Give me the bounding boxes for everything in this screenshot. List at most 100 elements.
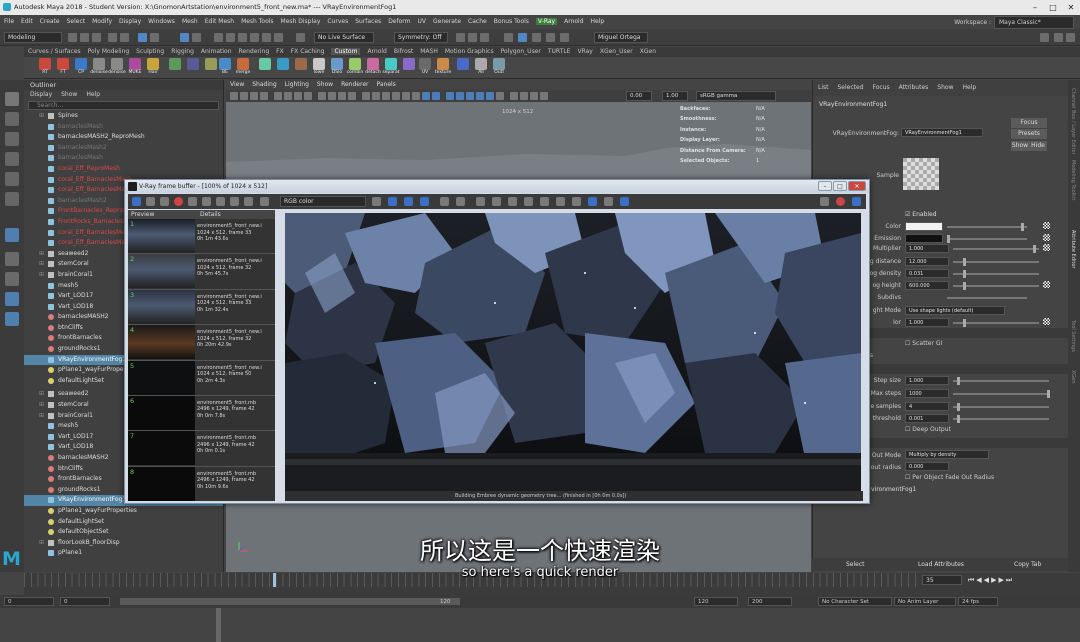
map-button[interactable] — [1043, 244, 1050, 251]
viewport-tool-icon[interactable] — [274, 92, 282, 100]
menu-item-mesh-display[interactable]: Mesh Display — [281, 18, 321, 25]
outliner-item[interactable]: barnaclesMash2 — [24, 143, 223, 154]
shelf-button[interactable]: lowe — [310, 58, 328, 78]
shelf-button[interactable]: All — [472, 58, 490, 78]
side-tab[interactable]: Modeling Toolkit — [1070, 160, 1076, 200]
open-scene-icon[interactable] — [80, 33, 89, 42]
link-icon[interactable] — [556, 197, 565, 206]
viewport-tool-icon[interactable] — [530, 92, 538, 100]
shelf-button[interactable]: combin — [346, 58, 364, 78]
attr-menu-show[interactable]: Show — [937, 84, 953, 91]
attr-field[interactable]: 1000 — [905, 389, 949, 398]
shelf-button[interactable]: denoise — [90, 58, 108, 78]
snap-curve-icon[interactable] — [226, 33, 235, 42]
play-icon[interactable] — [546, 33, 555, 42]
shelf-button[interactable]: MUKE — [126, 58, 144, 78]
vfb-compare-icon[interactable] — [202, 197, 211, 206]
menu-item-mesh-tools[interactable]: Mesh Tools — [241, 18, 273, 25]
shelf-tab-turtle[interactable]: TURTLE — [548, 48, 571, 55]
green-channel-icon[interactable] — [404, 197, 413, 206]
vfb-info-icon[interactable] — [244, 197, 253, 206]
attr-slider[interactable] — [953, 248, 1039, 250]
viewport-tool-icon[interactable] — [496, 92, 504, 100]
viewport-tool-icon[interactable] — [230, 92, 238, 100]
viewport-tool-icon[interactable] — [318, 92, 326, 100]
outliner-item[interactable]: barnaclesMASH2_ReproMesh — [24, 132, 223, 143]
per-object-checkbox[interactable]: ☐ Per Object Fade Out Radius — [905, 474, 994, 481]
menu-item-cache[interactable]: Cache — [468, 18, 487, 25]
shelf-button[interactable]: CP — [72, 58, 90, 78]
attr-field[interactable]: 1.000 — [905, 244, 949, 253]
outliner-layout-icon[interactable] — [5, 292, 19, 306]
lens-effects-icon[interactable] — [604, 197, 613, 206]
sidebar-toggle-icon[interactable] — [1054, 33, 1063, 42]
four-view-layout-icon[interactable] — [5, 252, 19, 266]
history-item[interactable]: 6 environment5_front.mb 2496 x 1249, frame… — [128, 395, 275, 432]
sidebar-toggle-icon[interactable] — [1040, 33, 1049, 42]
select-object-icon[interactable] — [150, 33, 159, 42]
range-bar[interactable] — [120, 598, 460, 605]
enabled-checkbox[interactable]: ☑ Enabled — [905, 211, 937, 218]
viewport-tool-icon[interactable] — [294, 92, 302, 100]
outliner-menu-help[interactable]: Help — [86, 91, 100, 98]
attr-slider-knob[interactable] — [963, 319, 966, 327]
vray-render-icon[interactable] — [518, 33, 527, 42]
workspace-dropdown[interactable]: Maya Classic* — [994, 16, 1074, 29]
viewport-tool-icon[interactable] — [250, 92, 258, 100]
shelf-button[interactable] — [274, 58, 292, 78]
abort-render-icon[interactable] — [836, 197, 845, 206]
outliner-item[interactable]: coral_Eff_ReproMesh — [24, 164, 223, 175]
viewport-tool-icon[interactable] — [240, 92, 248, 100]
viewport-menu-show[interactable]: Show — [317, 81, 333, 88]
shelf-tab-fx-caching[interactable]: FX Caching — [291, 48, 325, 55]
alpha-channel-icon[interactable] — [440, 197, 449, 206]
rotate-tool-icon[interactable] — [5, 172, 19, 186]
blue-channel-icon[interactable] — [420, 197, 429, 206]
fade-mode-dropdown[interactable]: Multiply by density — [905, 450, 989, 459]
select-component-icon[interactable] — [180, 33, 189, 42]
folder-icon[interactable] — [68, 33, 77, 42]
history-item[interactable]: 4 environment5_front_new.i 1024 x 512, fra… — [128, 325, 275, 361]
shelf-button[interactable] — [292, 58, 310, 78]
menu-set-dropdown[interactable]: Modeling — [4, 32, 62, 43]
sidebar-toggle-icon[interactable] — [1066, 33, 1075, 42]
vfb-lens-icon[interactable] — [230, 197, 239, 206]
select-hierarchy-icon[interactable] — [138, 33, 147, 42]
render-last-icon[interactable] — [820, 197, 829, 206]
expand-icon[interactable]: ⊞ — [39, 249, 44, 260]
attr-slider[interactable] — [953, 406, 1049, 408]
attr-slider-knob[interactable] — [963, 258, 966, 266]
menu-item-deform[interactable]: Deform — [388, 18, 410, 25]
menu-item-windows[interactable]: Windows — [148, 18, 175, 25]
node-name-field[interactable]: VRayEnvironmentFog1 — [901, 128, 983, 137]
shelf-button[interactable]: texture — [434, 58, 452, 78]
emission-slider-knob[interactable] — [947, 235, 950, 243]
map-button[interactable] — [1043, 234, 1050, 241]
scatter-gi-checkbox[interactable]: ☐ Scatter GI — [905, 340, 942, 347]
light-mode-dropdown[interactable]: Use shape lights (default) — [905, 306, 1005, 315]
viewport-tool-icon[interactable] — [260, 92, 268, 100]
focus-button[interactable]: Focus — [1011, 118, 1047, 128]
pick-mask-icon[interactable] — [192, 33, 201, 42]
menu-item-edit[interactable]: Edit — [21, 18, 33, 25]
load-image-icon[interactable] — [492, 197, 501, 206]
menu-item-v-ray[interactable]: V-Ray — [535, 18, 558, 25]
viewport-tool-icon[interactable] — [348, 92, 356, 100]
viewport-menu-lighting[interactable]: Lighting — [285, 81, 309, 88]
menu-item-bonus-tools[interactable]: Bonus Tools — [494, 18, 529, 25]
shelf-button[interactable]: separat — [382, 58, 400, 78]
shelf-button[interactable]: denoise — [108, 58, 126, 78]
viewport-tool-icon[interactable] — [382, 92, 390, 100]
history-item[interactable]: 2 environment5_front_new.i 1024 x 512, fra… — [128, 254, 275, 290]
two-view-layout-icon[interactable] — [5, 272, 19, 286]
outliner-item[interactable]: barnaclesMash — [24, 153, 223, 164]
viewport-menu-view[interactable]: View — [230, 81, 244, 88]
shelf-button[interactable]: Outl — [490, 58, 508, 78]
fade-radius-field[interactable]: 0.000 — [905, 462, 949, 471]
follow-mouse-icon[interactable] — [540, 197, 549, 206]
move-tool-icon[interactable] — [5, 152, 19, 166]
hide-button[interactable]: Hide — [1029, 141, 1047, 151]
attr-slider-knob[interactable] — [1033, 245, 1036, 253]
color-slider-knob[interactable] — [1021, 223, 1024, 231]
shelf-tab-sculpting[interactable]: Sculpting — [136, 48, 164, 55]
